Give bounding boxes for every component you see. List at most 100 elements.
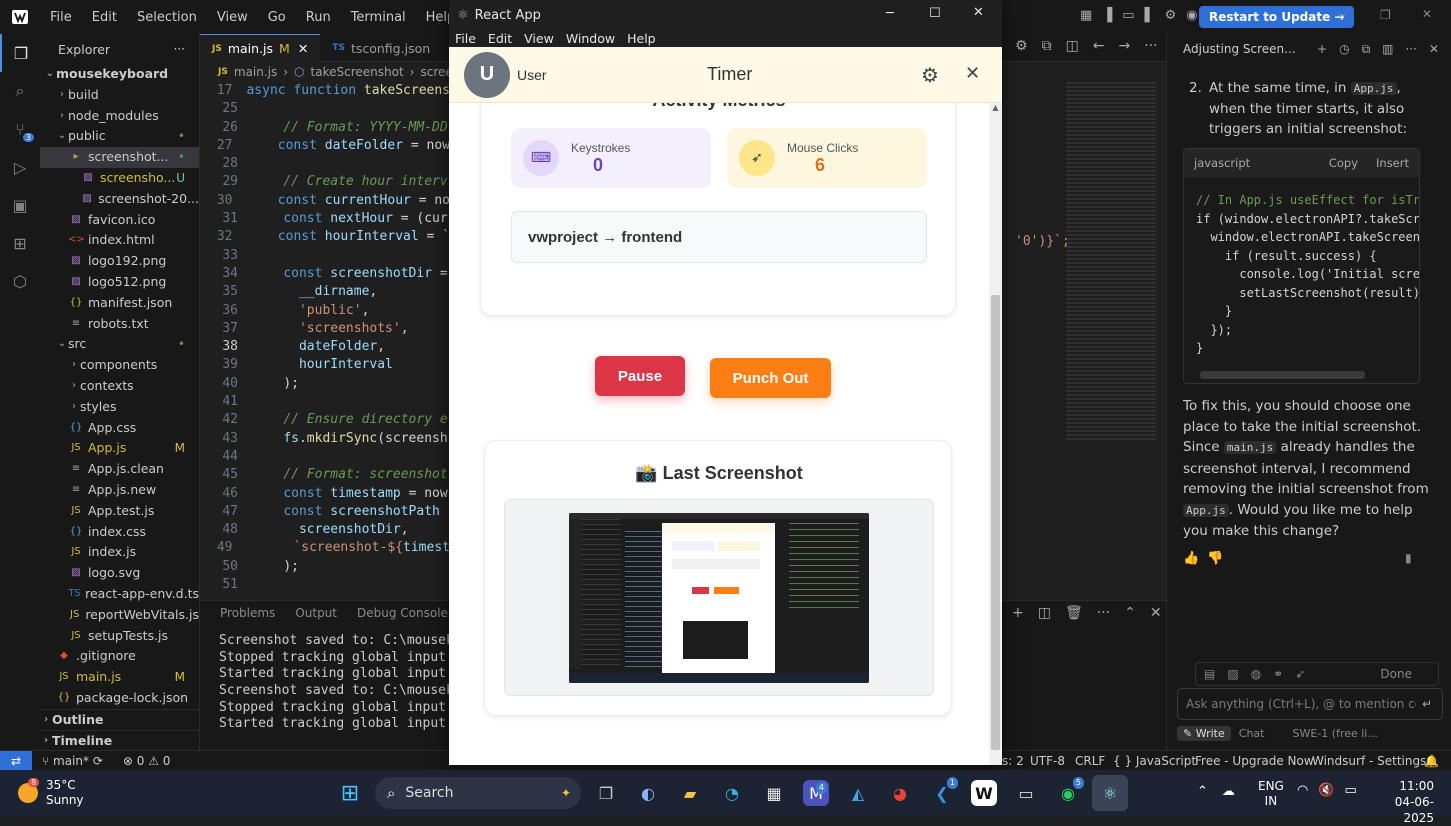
done-label[interactable]: Done — [1380, 667, 1412, 681]
tree-item[interactable]: ▨ screenshot-20... — [40, 189, 199, 210]
tree-item[interactable]: <> index.html — [40, 230, 199, 251]
scrollbar-up-icon[interactable]: ▲ — [989, 103, 1002, 115]
terminal-icon[interactable]: ▭ — [1008, 775, 1044, 811]
encoding-status[interactable]: UTF-8 — [1030, 754, 1065, 768]
model-select[interactable]: SWE-1 (free li... — [1292, 727, 1377, 740]
arrow-left-icon[interactable]: ← — [1093, 38, 1105, 54]
menu-item-edit[interactable]: Edit — [82, 10, 127, 25]
wifi-icon[interactable]: ◠ — [1297, 783, 1308, 798]
menu-item-selection[interactable]: Selection — [127, 10, 207, 25]
sidebar-toggle-icon[interactable]: ▐ — [1102, 8, 1112, 23]
tree-item[interactable]: › build — [40, 85, 199, 106]
more-actions-icon[interactable]: ··· — [1097, 605, 1110, 621]
popout-icon[interactable]: ⧉ — [1362, 42, 1371, 57]
split-terminal-icon[interactable]: ◫ — [1038, 605, 1051, 621]
language-status[interactable]: { } JavaScript — [1113, 754, 1196, 768]
maximize-icon[interactable]: ❐ — [1380, 8, 1391, 22]
tree-item[interactable]: ▨ logo192.png — [40, 251, 199, 272]
close-icon[interactable]: ✕ — [1422, 7, 1432, 21]
settings-status[interactable]: Windsurf - Settings — [1312, 754, 1426, 768]
weather-widget[interactable]: 8 35°C Sunny — [18, 778, 84, 808]
app-menu-item-edit[interactable]: Edit — [482, 31, 518, 46]
globe-icon[interactable]: ◍ — [1251, 667, 1261, 681]
tab-problems[interactable]: Problems — [220, 606, 275, 620]
indent-status[interactable]: s: 2 — [1002, 754, 1024, 768]
enter-icon[interactable]: ↵ — [1422, 697, 1432, 711]
tree-item[interactable]: › styles — [40, 397, 199, 418]
edge-icon[interactable]: ◔ — [714, 775, 750, 811]
copilot-icon[interactable]: ◐ — [630, 775, 666, 811]
more-actions-icon[interactable]: ··· — [1144, 38, 1157, 54]
windows-start-icon[interactable]: ⊞ — [332, 775, 368, 811]
code-scrollbar[interactable] — [1200, 371, 1365, 379]
trash-icon[interactable]: 🗑 — [1065, 605, 1083, 621]
maximize-icon[interactable]: ☐ — [929, 6, 941, 21]
history-icon[interactable]: ◷ — [1339, 42, 1349, 57]
compare-icon[interactable]: ⧉ — [1042, 38, 1052, 54]
new-chat-icon[interactable]: + — [1317, 42, 1327, 57]
minimize-icon[interactable]: ─ — [1338, 8, 1345, 22]
source-control-icon[interactable]: ⑂ 3 — [0, 110, 40, 148]
copy-button[interactable]: Copy — [1329, 156, 1358, 170]
tree-item[interactable]: {} package-lock.json — [40, 688, 199, 709]
volume-mute-icon[interactable]: 🔇 — [1318, 783, 1334, 798]
cube-icon[interactable]: ⬡ — [0, 262, 40, 300]
arrow-right-icon[interactable]: → — [1119, 38, 1131, 54]
tree-item[interactable]: ⌄ src • — [40, 334, 199, 355]
problems-status[interactable]: ⊗ 0 ⚠ 0 — [123, 754, 171, 768]
account-icon[interactable]: ◉ — [1186, 8, 1197, 23]
screenshot-thumbnail[interactable] — [569, 513, 869, 683]
tab-debug-console[interactable]: Debug Console — [357, 606, 448, 620]
book-icon[interactable]: ▥ — [1382, 42, 1393, 57]
app-menu-item-help[interactable]: Help — [621, 31, 662, 46]
tree-item[interactable]: JS reportWebVitals.js — [40, 605, 199, 626]
chart-icon[interactable]: ▮ — [1405, 551, 1412, 565]
tree-item[interactable]: ▨ logo.svg — [40, 563, 199, 584]
punch-out-button[interactable]: Punch Out — [710, 358, 831, 398]
scrollbar-thumb[interactable] — [991, 295, 1000, 750]
tree-item[interactable]: ≡ robots.txt — [40, 314, 199, 335]
file-explorer-icon[interactable]: ▰ — [672, 775, 708, 811]
tree-item[interactable]: ⌄ public • — [40, 126, 199, 147]
tree-item[interactable]: › node_modules — [40, 106, 199, 127]
close-icon[interactable]: ✕ — [965, 63, 980, 84]
tree-item[interactable]: JS main.js M — [40, 667, 199, 688]
app-scrollbar[interactable]: ▲ — [989, 103, 1002, 765]
tree-item[interactable]: TS react-app-env.d.ts — [40, 584, 199, 605]
whatsapp-icon[interactable]: ◉ 5 — [1050, 775, 1086, 811]
link-icon[interactable]: ⚭ — [1273, 667, 1283, 681]
tree-item[interactable]: {} index.css — [40, 522, 199, 543]
thumbs-up-icon[interactable]: 👍 — [1183, 551, 1199, 566]
chevron-up-icon[interactable]: ⌃ — [1197, 784, 1208, 799]
windsurf-icon[interactable]: W — [971, 780, 997, 806]
pause-button[interactable]: Pause — [595, 356, 685, 396]
terminal-output[interactable]: Screenshot saved to: C:\mousekeyboStoppe… — [200, 625, 450, 733]
insert-button[interactable]: Insert — [1376, 156, 1409, 170]
add-terminal-icon[interactable]: + — [1012, 605, 1024, 621]
app-menu-item-file[interactable]: File — [449, 31, 482, 46]
secondary-sidebar-icon[interactable]: ▌ — [1145, 8, 1155, 23]
menu-item-file[interactable]: File — [40, 10, 82, 25]
tree-item[interactable]: › contexts — [40, 376, 199, 397]
tree-item[interactable]: ≡ App.js.new — [40, 480, 199, 501]
code-editor[interactable]: 17 async function takeScreens 25 26 // Form… — [200, 82, 450, 602]
extensions-icon[interactable]: ⊞ — [0, 224, 40, 262]
close-tab-icon[interactable]: ✕ — [298, 41, 308, 56]
tab-main-js[interactable]: JS main.js M ✕ — [200, 34, 321, 62]
panel-toggle-icon[interactable]: ▭ — [1122, 8, 1134, 23]
bell-icon[interactable]: 🔔 — [1424, 754, 1439, 768]
eol-status[interactable]: CRLF — [1075, 754, 1105, 768]
thumbs-down-icon[interactable]: 👎 — [1207, 551, 1223, 566]
chat-input[interactable]: Ask anything (Ctrl+L), @ to mention code… — [1177, 688, 1443, 720]
settings-gear-icon[interactable]: ⚙ — [921, 63, 939, 87]
clock[interactable]: 11:00 04-06-2025 — [1370, 778, 1434, 826]
more-actions-icon[interactable]: ··· — [1405, 42, 1416, 57]
menu-item-terminal[interactable]: Terminal — [341, 10, 416, 25]
menu-item-go[interactable]: Go — [258, 10, 296, 25]
tree-item[interactable]: JS setupTests.js — [40, 626, 199, 647]
more-actions-icon[interactable]: ··· — [174, 42, 185, 56]
restart-to-update-button[interactable]: Restart to Update → — [1199, 6, 1355, 28]
remote-icon[interactable]: ⇄ — [0, 750, 32, 771]
chrome-icon[interactable]: ◕ — [882, 775, 918, 811]
branch-status[interactable]: ⑂ main* ⟳ — [42, 754, 103, 768]
